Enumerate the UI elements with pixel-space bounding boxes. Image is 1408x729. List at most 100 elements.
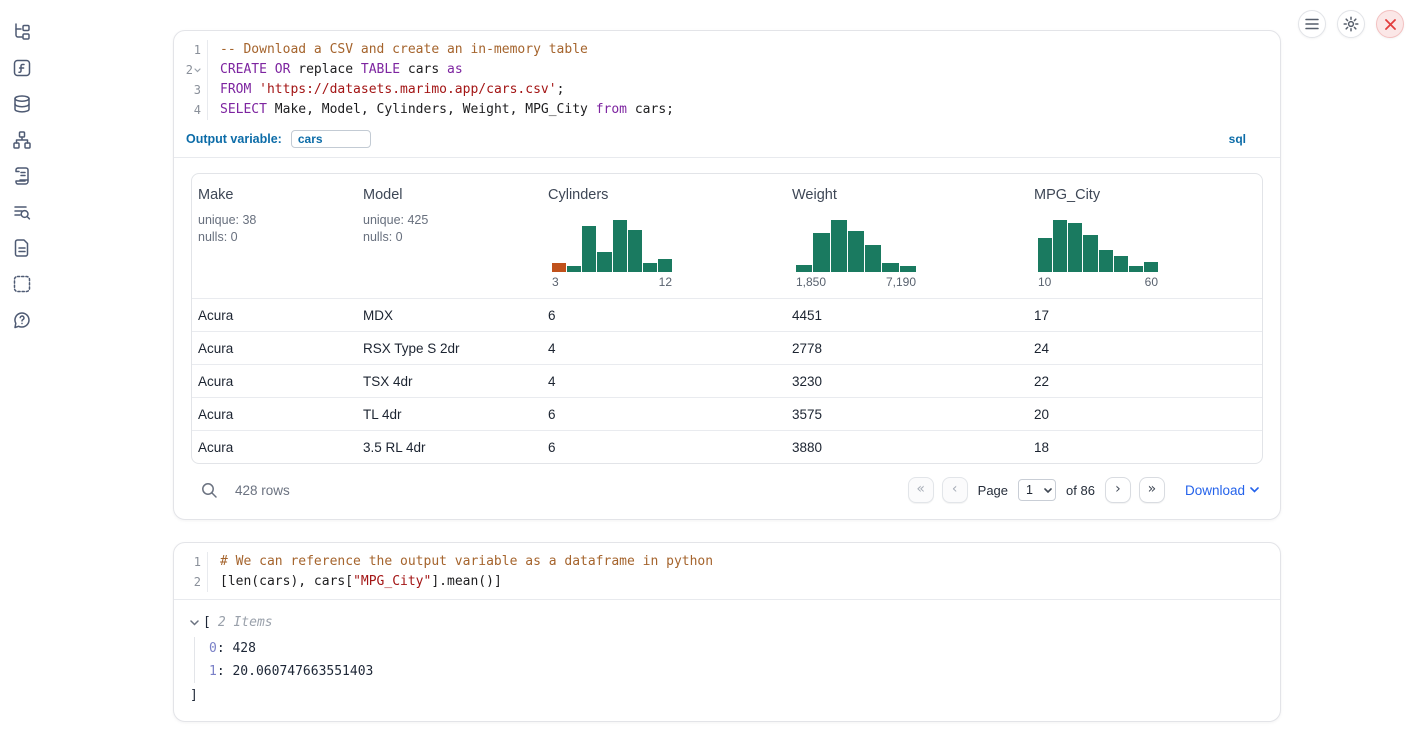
python-cell-output: [2 Items0: 4281: 20.060747663551403] <box>174 599 1280 721</box>
functions-icon[interactable] <box>12 57 33 78</box>
histogram-max-label: 60 <box>1145 275 1158 289</box>
menu-icon <box>1305 18 1319 30</box>
table-cell: Acura <box>192 440 357 455</box>
column-histogram: 1,8507,190 <box>796 220 916 289</box>
table-cell: 22 <box>1028 374 1262 389</box>
table-row: Acura3.5 RL 4dr6388018 <box>192 430 1262 463</box>
column-header-cylinders[interactable]: Cylinders312 <box>542 174 786 298</box>
table-cell: Acura <box>192 407 357 422</box>
output-variable-input[interactable] <box>291 130 371 148</box>
search-icon[interactable] <box>201 482 218 499</box>
data-table: Make unique: 38nulls: 0Modelunique: 425nu… <box>191 173 1263 464</box>
table-cell: 20 <box>1028 407 1262 422</box>
chevron-right-icon: › <box>1115 481 1121 497</box>
table-cell: TL 4dr <box>357 407 542 422</box>
language-badge: sql <box>1229 132 1246 146</box>
chevron-left-icon: ‹ <box>952 481 958 497</box>
first-page-button[interactable]: « <box>908 477 934 503</box>
chevron-down-icon <box>1250 487 1259 493</box>
item-value: 428 <box>232 641 255 656</box>
table-cell: 17 <box>1028 308 1262 323</box>
histogram-bar <box>567 266 581 272</box>
item-index: 0 <box>209 641 217 656</box>
histogram-bar <box>882 263 898 272</box>
close-button[interactable] <box>1376 10 1404 38</box>
sql-cell-output: Make unique: 38nulls: 0Modelunique: 425nu… <box>174 158 1280 519</box>
column-histogram: 10 60 <box>1038 220 1158 289</box>
data-sources-icon[interactable] <box>12 93 33 114</box>
file-explorer-icon[interactable] <box>12 21 33 42</box>
histogram-bar <box>582 226 596 272</box>
python-code-editor[interactable]: 1# We can reference the output variable … <box>174 543 1280 599</box>
documentation-icon[interactable] <box>12 237 33 258</box>
chevron-down-icon <box>190 620 199 626</box>
histogram-max-label: 7,190 <box>886 275 916 289</box>
column-header-model[interactable]: Modelunique: 425nulls: 0 <box>357 174 542 298</box>
open-bracket: [ <box>203 615 211 630</box>
line-number: 3 <box>174 80 208 100</box>
code-text: [len(cars), cars["MPG_City"].mean()] <box>220 572 502 592</box>
scratchpad-icon[interactable] <box>12 165 33 186</box>
table-cell: RSX Type S 2dr <box>357 341 542 356</box>
code-line[interactable]: 2[len(cars), cars["MPG_City"].mean()] <box>174 572 1280 592</box>
table-cell: 6 <box>542 407 786 422</box>
histogram-min-label: 10 <box>1038 275 1051 289</box>
snippets-icon[interactable] <box>12 273 33 294</box>
sql-cell: 1-- Download a CSV and create an in-memo… <box>173 30 1281 520</box>
column-stats: unique: 38nulls: 0 <box>198 212 349 246</box>
table-cell: Acura <box>192 308 357 323</box>
code-line[interactable]: 3FROM 'https://datasets.marimo.app/cars.… <box>174 80 1280 100</box>
logs-icon[interactable] <box>12 201 33 222</box>
column-title: Model <box>363 187 534 203</box>
column-header-mpg_city[interactable]: MPG_City1060 <box>1028 174 1262 298</box>
dependency-graph-icon[interactable] <box>12 129 33 150</box>
list-collapse-toggle[interactable]: [2 Items <box>190 615 1264 630</box>
column-title: Weight <box>792 187 1020 203</box>
histogram-bar <box>1068 223 1082 272</box>
last-page-button[interactable]: » <box>1139 477 1165 503</box>
code-line[interactable]: 1-- Download a CSV and create an in-memo… <box>174 40 1280 60</box>
menu-button[interactable] <box>1298 10 1326 38</box>
histogram-bar <box>831 220 847 272</box>
line-number: 1 <box>174 40 208 60</box>
table-cell: 4 <box>542 374 786 389</box>
download-button[interactable]: Download <box>1185 483 1259 498</box>
table-cell: 3575 <box>786 407 1028 422</box>
table-cell: MDX <box>357 308 542 323</box>
fold-chevron-icon[interactable] <box>194 68 201 73</box>
page-select[interactable]: 1 <box>1018 479 1056 501</box>
items-count-label: 2 Items <box>218 615 273 630</box>
histogram-bar <box>1038 238 1052 272</box>
table-cell: 6 <box>542 440 786 455</box>
item-index: 1 <box>209 664 217 679</box>
column-title: Make <box>198 187 349 203</box>
next-page-button[interactable]: › <box>1105 477 1131 503</box>
sql-code-editor[interactable]: 1-- Download a CSV and create an in-memo… <box>174 31 1280 127</box>
python-cell: 1# We can reference the output variable … <box>173 542 1281 722</box>
code-text: CREATE OR replace TABLE cars as <box>220 60 463 80</box>
histogram-bar <box>865 245 881 272</box>
help-icon[interactable] <box>12 309 33 330</box>
table-cell: Acura <box>192 374 357 389</box>
histogram-bar <box>597 252 611 272</box>
code-line[interactable]: 1# We can reference the output variable … <box>174 552 1280 572</box>
histogram-bar <box>613 220 627 272</box>
settings-button[interactable] <box>1337 10 1365 38</box>
list-item: 1: 20.060747663551403 <box>209 660 1264 683</box>
table-cell: TSX 4dr <box>357 374 542 389</box>
line-number: 1 <box>174 552 208 572</box>
table-cell: 18 <box>1028 440 1262 455</box>
sidebar <box>0 0 44 729</box>
close-bracket: ] <box>190 688 1264 703</box>
previous-page-button[interactable]: ‹ <box>942 477 968 503</box>
code-line[interactable]: 4SELECT Make, Model, Cylinders, Weight, … <box>174 100 1280 120</box>
item-value: 20.060747663551403 <box>232 664 373 679</box>
code-line[interactable]: 2CREATE OR replace TABLE cars as <box>174 60 1280 80</box>
histogram-bar <box>1144 262 1158 272</box>
column-header-make[interactable]: Make unique: 38nulls: 0 <box>192 174 357 298</box>
close-icon <box>1385 19 1396 30</box>
table-row: AcuraMDX6445117 <box>192 298 1262 331</box>
column-header-weight[interactable]: Weight 1,8507,190 <box>786 174 1028 298</box>
output-variable-label: Output variable: <box>186 132 282 146</box>
table-cell: 3230 <box>786 374 1028 389</box>
